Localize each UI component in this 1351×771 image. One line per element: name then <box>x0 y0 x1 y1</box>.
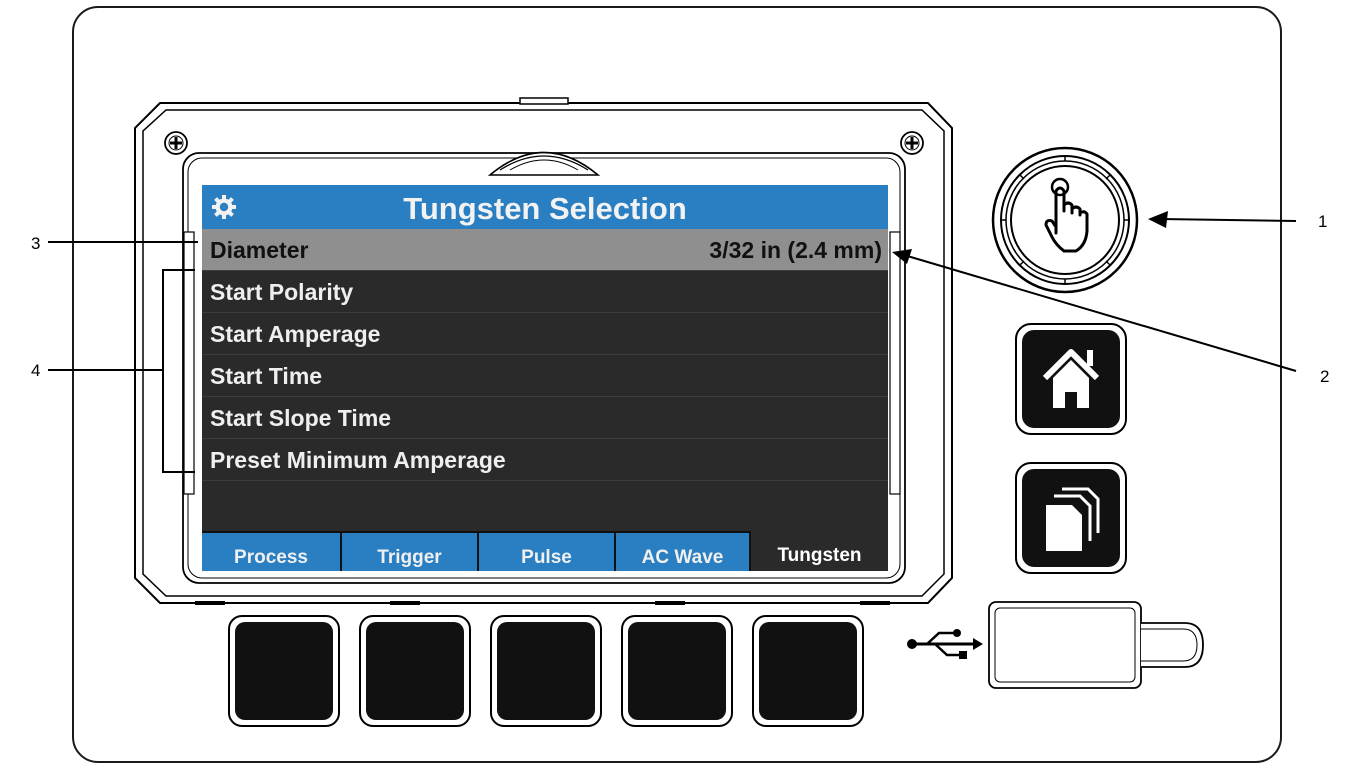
callout-2: 2 <box>1320 367 1330 386</box>
callout-4: 4 <box>31 361 41 380</box>
callout-3: 3 <box>31 234 41 253</box>
callout-lines <box>48 211 1297 473</box>
callout-1: 1 <box>1318 212 1328 231</box>
